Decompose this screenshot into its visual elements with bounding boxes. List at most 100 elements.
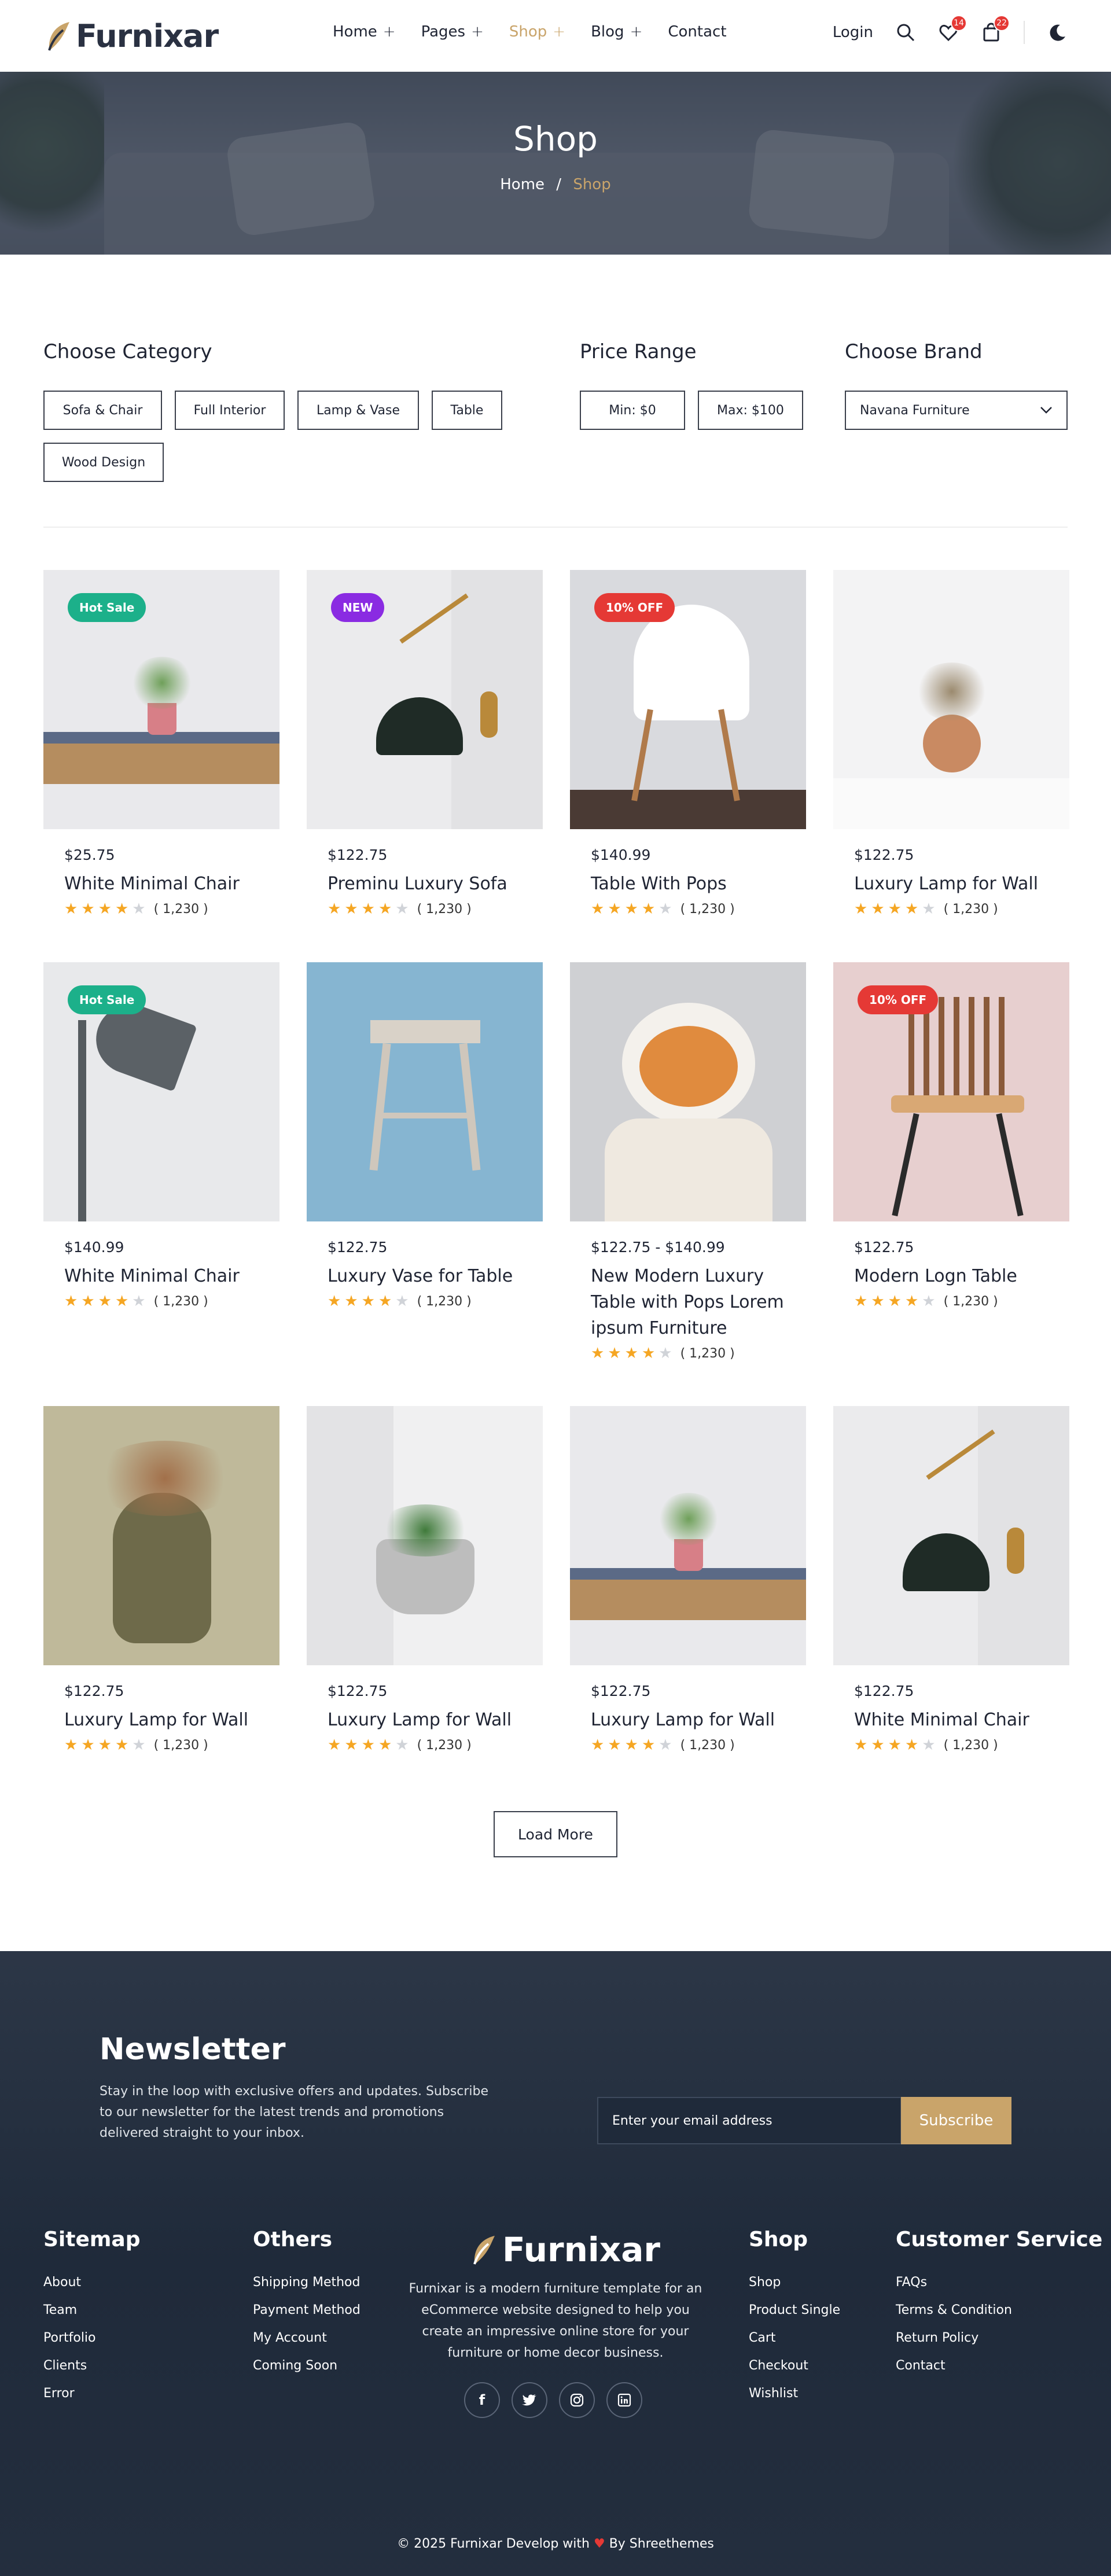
product-card[interactable]: $122.75 Luxury Vase for Table ★ ★ ★ ★ ★( 1,230…: [307, 962, 543, 1310]
nav-contact[interactable]: Contact: [668, 23, 726, 41]
product-rating: ★ ★ ★ ★ ★( 1,230 ): [591, 1736, 735, 1754]
product-card[interactable]: Hot Sale $25.75 White Minimal Chair ★ ★ ★ ★ ★( …: [43, 570, 279, 918]
category-chip-full-interior[interactable]: Full Interior: [175, 391, 285, 430]
star-icon: ★: [81, 900, 95, 918]
nav-blog[interactable]: Blog +: [591, 23, 642, 41]
breadcrumb-home[interactable]: Home: [500, 176, 545, 193]
dark-mode-toggle[interactable]: [1047, 22, 1068, 43]
product-price: $122.75: [854, 1239, 914, 1256]
newsletter-email-input[interactable]: Enter your email address: [597, 2097, 902, 2144]
star-icon: ★: [641, 1736, 656, 1754]
subscribe-button[interactable]: Subscribe: [901, 2097, 1011, 2144]
product-rating: ★ ★ ★ ★ ★( 1,230 ): [64, 900, 208, 918]
product-image[interactable]: Hot Sale: [43, 962, 279, 1221]
product-name[interactable]: Modern Logn Table: [854, 1263, 1051, 1289]
product-card[interactable]: $122.75 - $140.99 New Modern Luxury Table…: [570, 962, 806, 1362]
footer-link-clients[interactable]: Clients: [43, 2358, 87, 2373]
nav-pages[interactable]: Pages +: [421, 23, 484, 41]
product-name[interactable]: Table With Pops: [591, 871, 788, 897]
product-image[interactable]: Hot Sale: [43, 570, 279, 829]
footer-link-contact[interactable]: Contact: [896, 2358, 946, 2373]
product-card[interactable]: 10% OFF $140.99 Table With Pops ★ ★ ★ ★ ★( 1,23…: [570, 570, 806, 918]
brand-select[interactable]: Navana Furniture: [845, 391, 1068, 430]
product-image[interactable]: [570, 962, 806, 1221]
product-image[interactable]: [43, 1406, 279, 1665]
product-card[interactable]: Hot Sale $140.99 White Minimal Chair ★ ★ ★ ★ ★(…: [43, 962, 279, 1310]
star-icon: ★: [641, 900, 656, 918]
category-chip-sofa-chair[interactable]: Sofa & Chair: [43, 391, 162, 430]
star-icon: ★: [115, 1293, 129, 1310]
product-name[interactable]: Luxury Lamp for Wall: [64, 1707, 261, 1733]
star-icon: ★: [624, 1736, 638, 1754]
footer-link-team[interactable]: Team: [43, 2303, 77, 2317]
logo[interactable]: Furnixar: [43, 18, 219, 54]
footer-link-shop[interactable]: Shop: [749, 2275, 781, 2290]
footer-link-error[interactable]: Error: [43, 2386, 75, 2401]
product-name[interactable]: White Minimal Chair: [64, 871, 261, 897]
page-hero: Shop Home / Shop: [0, 72, 1111, 255]
footer-link-cart[interactable]: Cart: [749, 2331, 776, 2345]
cart-button[interactable]: 22: [981, 15, 1010, 43]
star-icon: ★: [328, 1736, 341, 1754]
product-name[interactable]: New Modern Luxury Table with Pops Lorem …: [591, 1263, 788, 1341]
footer-link-shipping[interactable]: Shipping Method: [253, 2275, 360, 2290]
footer-link-terms[interactable]: Terms & Condition: [896, 2303, 1012, 2317]
product-rating: ★ ★ ★ ★ ★( 1,230 ): [854, 900, 998, 918]
price-min-field[interactable]: Min: $0: [580, 391, 685, 430]
category-chip-wood-design[interactable]: Wood Design: [43, 443, 164, 482]
product-name[interactable]: Preminu Luxury Sofa: [328, 871, 524, 897]
footer-link-portfolio[interactable]: Portfolio: [43, 2331, 96, 2345]
copyright-author[interactable]: By Shreethemes: [609, 2537, 714, 2551]
product-name[interactable]: White Minimal Chair: [64, 1263, 261, 1289]
footer-link-product-single[interactable]: Product Single: [749, 2303, 840, 2317]
instagram-button[interactable]: [559, 2382, 595, 2418]
product-image[interactable]: 10% OFF: [833, 962, 1069, 1221]
product-image[interactable]: NEW: [307, 570, 543, 829]
footer-logo[interactable]: Furnixar: [469, 2230, 660, 2269]
nav-home[interactable]: Home +: [333, 23, 396, 41]
product-image[interactable]: [833, 570, 1069, 829]
footer-link-coming-soon[interactable]: Coming Soon: [253, 2358, 337, 2373]
product-card[interactable]: $122.75 Luxury Lamp for Wall ★ ★ ★ ★ ★( 1,230 …: [570, 1406, 806, 1754]
footer-link-checkout[interactable]: Checkout: [749, 2358, 808, 2373]
footer-link-about[interactable]: About: [43, 2275, 81, 2290]
facebook-button[interactable]: f: [464, 2382, 500, 2418]
product-card[interactable]: 10% OFF $122.75 Modern Logn Table ★ ★ ★ ★ ★( 1,…: [833, 962, 1069, 1310]
search-button[interactable]: [895, 22, 916, 43]
footer-link-faqs[interactable]: FAQs: [896, 2275, 927, 2290]
product-image[interactable]: [307, 962, 543, 1221]
product-image[interactable]: [570, 1406, 806, 1665]
product-name[interactable]: Luxury Lamp for Wall: [854, 871, 1051, 897]
nav-home-plus-icon: +: [382, 23, 396, 41]
product-card[interactable]: $122.75 Luxury Lamp for Wall ★ ★ ★ ★ ★( 1,230 …: [43, 1406, 279, 1754]
footer-link-payment[interactable]: Payment Method: [253, 2303, 360, 2317]
category-chip-lamp-vase[interactable]: Lamp & Vase: [297, 391, 419, 430]
product-rating: ★ ★ ★ ★ ★( 1,230 ): [328, 1736, 472, 1754]
star-icon: ★: [361, 1293, 375, 1310]
product-card[interactable]: $122.75 Luxury Lamp for Wall ★ ★ ★ ★ ★( 1,230 …: [833, 570, 1069, 918]
price-max-field[interactable]: Max: $100: [698, 391, 803, 430]
product-name[interactable]: Luxury Lamp for Wall: [328, 1707, 524, 1733]
star-icon: ★: [658, 1345, 672, 1362]
product-image[interactable]: 10% OFF: [570, 570, 806, 829]
wishlist-button[interactable]: 14: [938, 15, 967, 43]
product-price: $122.75 - $140.99: [591, 1239, 725, 1256]
product-name[interactable]: White Minimal Chair: [854, 1707, 1051, 1733]
footer-link-return-policy[interactable]: Return Policy: [896, 2331, 978, 2345]
footer-link-account[interactable]: My Account: [253, 2331, 327, 2345]
star-icon: ★: [624, 900, 638, 918]
twitter-button[interactable]: [512, 2382, 547, 2418]
product-image[interactable]: [307, 1406, 543, 1665]
product-name[interactable]: Luxury Vase for Table: [328, 1263, 524, 1289]
login-link[interactable]: Login: [833, 24, 873, 41]
nav-shop[interactable]: Shop +: [509, 23, 565, 41]
footer-link-wishlist[interactable]: Wishlist: [749, 2386, 798, 2401]
product-card[interactable]: $122.75 Luxury Lamp for Wall ★ ★ ★ ★ ★( 1,230 …: [307, 1406, 543, 1754]
product-card[interactable]: NEW $122.75 Preminu Luxury Sofa ★ ★ ★ ★ ★( 1,23…: [307, 570, 543, 918]
load-more-button[interactable]: Load More: [494, 1811, 617, 1857]
category-chip-table[interactable]: Table: [432, 391, 502, 430]
product-name[interactable]: Luxury Lamp for Wall: [591, 1707, 788, 1733]
product-image[interactable]: [833, 1406, 1069, 1665]
product-card[interactable]: $122.75 White Minimal Chair ★ ★ ★ ★ ★( 1,230 ): [833, 1406, 1069, 1754]
linkedin-button[interactable]: [606, 2382, 642, 2418]
